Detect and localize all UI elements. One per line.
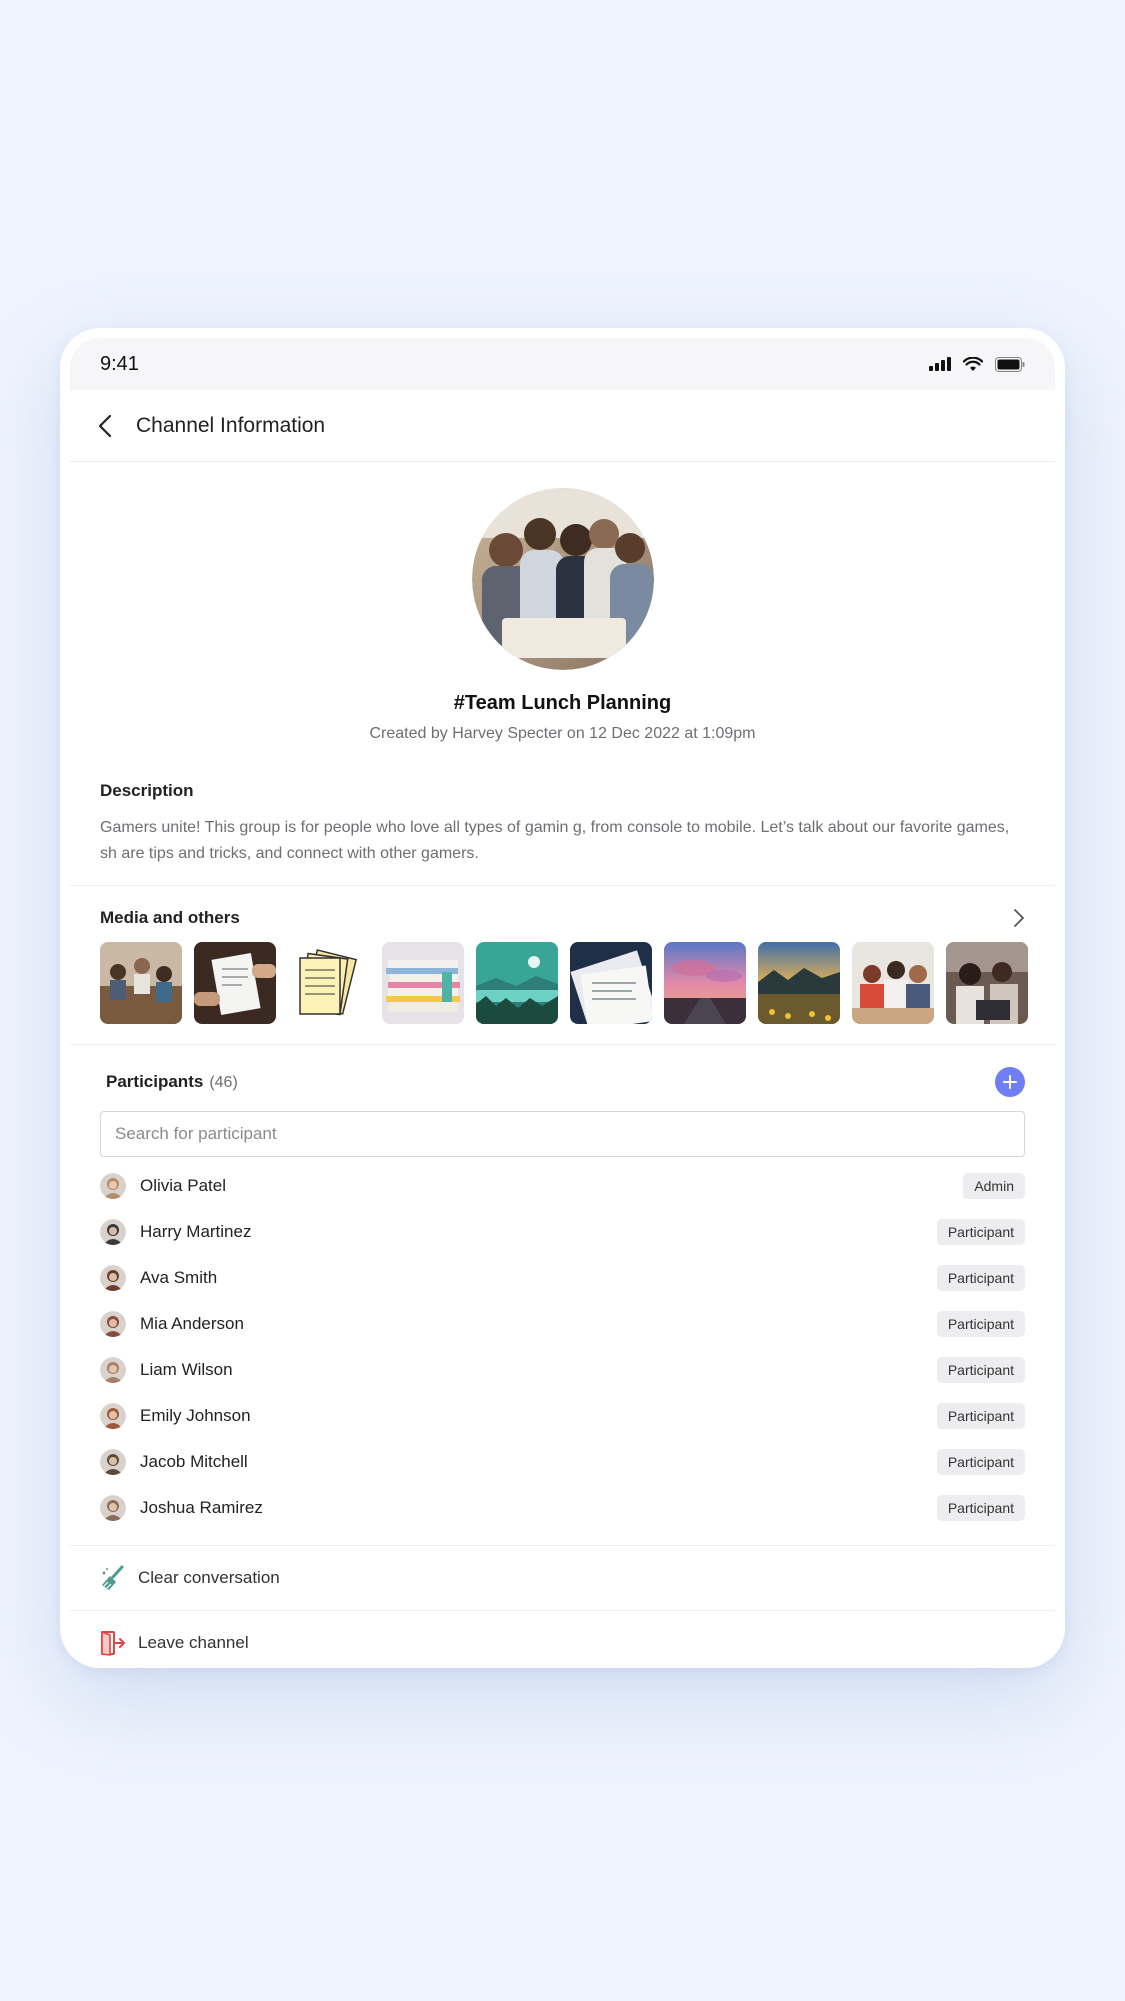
participant-name: Jacob Mitchell (140, 1452, 248, 1471)
participant-avatar (100, 1219, 126, 1245)
participant-avatar (100, 1495, 126, 1521)
plus-icon (1003, 1075, 1017, 1089)
description-text: Gamers unite! This group is for people w… (100, 819, 1010, 862)
media-thumb-lake[interactable] (476, 942, 558, 1024)
media-thumb-office-team[interactable] (852, 942, 934, 1024)
participant-role-badge: Participant (936, 1449, 1025, 1475)
media-header[interactable]: Media and others (100, 908, 1025, 928)
participant-row[interactable]: Liam Wilson Participant (100, 1347, 1025, 1393)
channel-avatar (471, 488, 654, 670)
leave-channel-label: Leave channel (138, 1633, 249, 1652)
battery-icon (995, 356, 1025, 372)
chevron-right-icon[interactable] (1013, 908, 1025, 928)
channel-header: #Team Lunch Planning Created by Harvey S… (70, 462, 1055, 743)
signal-icon (929, 357, 951, 371)
participants-section: Participants (46) Olivia Patel Admin Harry … (70, 1045, 1055, 1531)
clear-conversation-label: Clear conversation (138, 1568, 280, 1587)
broom-icon (102, 1565, 124, 1590)
media-thumb-team-meeting[interactable] (100, 942, 182, 1024)
media-thumb-notes[interactable] (288, 942, 370, 1024)
participant-name: Liam Wilson (140, 1360, 233, 1379)
participant-avatar (100, 1265, 126, 1291)
page-title: Channel Information (136, 413, 326, 437)
participant-avatar (100, 1449, 126, 1475)
participant-search-input[interactable] (100, 1111, 1025, 1157)
media-thumb-file-stacks[interactable] (382, 942, 464, 1024)
description-title: Description (100, 781, 194, 800)
status-bar: 9:41 (70, 338, 1055, 390)
wifi-icon (963, 356, 983, 371)
exit-door-icon (101, 1630, 125, 1656)
participant-role-badge: Participant (936, 1357, 1025, 1383)
participant-name: Joshua Ramirez (140, 1498, 263, 1517)
media-thumb-laptop[interactable] (946, 942, 1028, 1024)
clear-conversation-button[interactable]: Clear conversation (70, 1545, 1055, 1610)
participant-avatar (100, 1173, 126, 1199)
media-title: Media and others (100, 908, 240, 927)
participant-role-badge: Participant (936, 1265, 1025, 1291)
participant-list: Olivia Patel Admin Harry Martinez Participa… (100, 1163, 1025, 1531)
participant-row[interactable]: Emily Johnson Participant (100, 1393, 1025, 1439)
channel-actions: Clear conversation Leave channel (70, 1545, 1055, 1668)
participant-row[interactable]: Harry Martinez Participant (100, 1209, 1025, 1255)
top-nav-bar: Channel Information (70, 390, 1055, 462)
media-section: Media and others (70, 886, 1055, 1045)
participant-role-badge: Admin (963, 1173, 1025, 1199)
participant-role-badge: Participant (936, 1495, 1025, 1521)
participant-name: Harry Martinez (140, 1222, 252, 1241)
participants-header: Participants (46) (100, 1067, 1025, 1097)
participant-name: Mia Anderson (140, 1314, 244, 1333)
media-thumb-sunset-road[interactable] (664, 942, 746, 1024)
participant-avatar (100, 1403, 126, 1429)
participants-heading: Participants (46) (106, 1072, 238, 1092)
participant-name: Emily Johnson (140, 1406, 251, 1425)
status-icons (929, 356, 1025, 372)
participant-row[interactable]: Joshua Ramirez Participant (100, 1485, 1025, 1531)
participant-row[interactable]: Ava Smith Participant (100, 1255, 1025, 1301)
participant-row[interactable]: Mia Anderson Participant (100, 1301, 1025, 1347)
status-time: 9:41 (100, 352, 139, 375)
channel-created-info: Created by Harvey Specter on 12 Dec 2022… (369, 725, 756, 742)
media-thumb-documents[interactable] (570, 942, 652, 1024)
participant-avatar (100, 1311, 126, 1337)
participants-title: Participants (106, 1072, 204, 1091)
back-button[interactable] (90, 411, 120, 441)
device-frame: 9:41 Channel Information #Team Lunch Pla… (60, 328, 1065, 1668)
participant-avatar (100, 1357, 126, 1383)
channel-name: #Team Lunch Planning (453, 692, 672, 714)
description-section: Description Gamers unite! This group is … (70, 743, 1055, 886)
participant-row[interactable]: Olivia Patel Admin (100, 1163, 1025, 1209)
leave-channel-button[interactable]: Leave channel (70, 1610, 1055, 1668)
media-thumb-document-handoff[interactable] (194, 942, 276, 1024)
media-thumb-lake-sunset[interactable] (758, 942, 840, 1024)
chevron-left-icon (98, 414, 112, 437)
participant-row[interactable]: Jacob Mitchell Participant (100, 1439, 1025, 1485)
add-participant-button[interactable] (995, 1067, 1025, 1097)
participant-role-badge: Participant (936, 1219, 1025, 1245)
participant-name: Ava Smith (140, 1268, 218, 1287)
participants-count: (46) (209, 1074, 238, 1091)
media-thumbnails (100, 942, 1028, 1024)
participant-role-badge: Participant (936, 1403, 1025, 1429)
screen: 9:41 Channel Information #Team Lunch Pla… (70, 338, 1055, 1668)
participant-role-badge: Participant (936, 1311, 1025, 1337)
participant-name: Olivia Patel (140, 1176, 226, 1195)
